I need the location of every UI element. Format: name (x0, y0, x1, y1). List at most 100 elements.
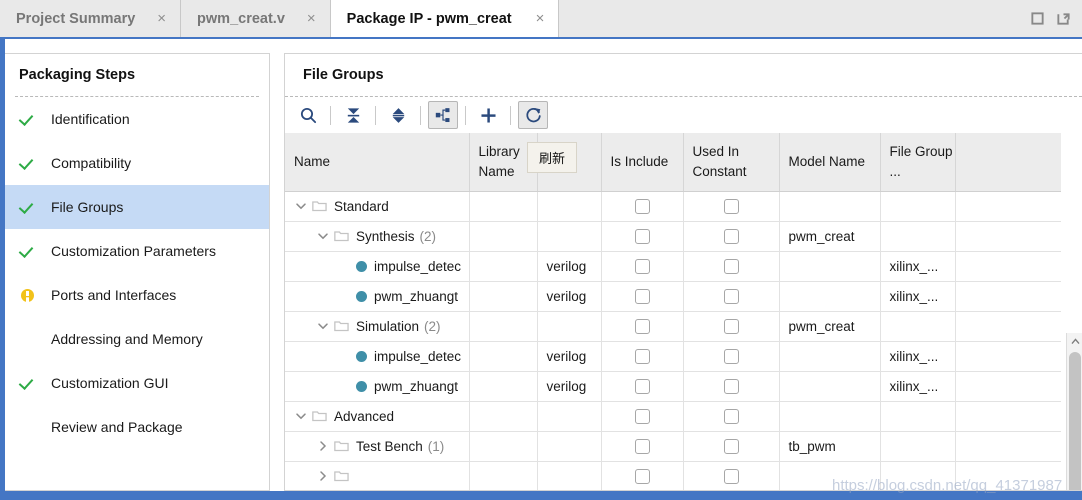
cell-used-in-constant (683, 281, 780, 312)
sidebar-item-ports-and-interfaces[interactable]: Ports and Interfaces (5, 273, 269, 317)
refresh-icon[interactable] (518, 101, 548, 129)
cell-filler (955, 251, 1061, 282)
checkbox[interactable] (723, 438, 739, 454)
hierarchy-view-icon[interactable] (428, 101, 458, 129)
close-icon[interactable]: × (534, 11, 547, 26)
chevron-right-icon[interactable] (316, 469, 330, 483)
panel-splitter[interactable] (272, 53, 282, 491)
package-ip-window: Project Summary × pwm_creat.v × Package … (0, 0, 1082, 500)
cell-type-value: verilog (546, 348, 587, 364)
checkbox[interactable] (634, 348, 650, 364)
checkbox[interactable] (723, 198, 739, 214)
table-row[interactable]: Test Bench (1) tb_pwm (285, 431, 1061, 462)
tab-pwm-creat-v[interactable]: pwm_creat.v × (181, 0, 331, 37)
checkbox[interactable] (723, 228, 739, 244)
sidebar-item-addressing-and-memory[interactable]: Addressing and Memory (5, 317, 269, 361)
name-cell-content (285, 469, 468, 483)
checkbox[interactable] (723, 468, 739, 484)
refresh-tooltip: 刷新 (527, 142, 577, 173)
cell-filler (955, 191, 1061, 222)
cell-model-name-value: tb_pwm (788, 438, 836, 454)
add-icon[interactable] (473, 101, 503, 129)
checkbox[interactable] (634, 288, 650, 304)
sidebar-item-customization-parameters[interactable]: Customization Parameters (5, 229, 269, 273)
vertical-scrollbar[interactable] (1066, 333, 1082, 490)
checkbox[interactable] (634, 408, 650, 424)
collapse-all-icon[interactable] (338, 101, 368, 129)
chevron-right-icon[interactable] (316, 439, 330, 453)
sidebar-item-compatibility[interactable]: Compatibility (5, 141, 269, 185)
check-icon (21, 376, 51, 390)
close-icon[interactable]: × (305, 11, 318, 26)
column-header-model-name[interactable]: Model Name (779, 133, 881, 192)
checkbox[interactable] (634, 318, 650, 334)
sidebar-item-label: Identification (51, 111, 130, 127)
scrollbar-thumb[interactable] (1069, 352, 1081, 490)
cell-library-name (469, 371, 538, 402)
cell-type (537, 431, 602, 462)
cell-used-in-constant (683, 251, 780, 282)
tab-project-summary[interactable]: Project Summary × (0, 0, 182, 37)
checkbox[interactable] (634, 258, 650, 274)
name-cell-content: pwm_zhuangt (285, 379, 468, 394)
checkbox[interactable] (723, 378, 739, 394)
scroll-up-arrow-icon[interactable] (1067, 333, 1082, 349)
table-row[interactable] (285, 461, 1061, 490)
chevron-down-icon[interactable] (316, 319, 330, 333)
checkbox[interactable] (723, 288, 739, 304)
cell-filler (955, 281, 1061, 312)
column-header-used-in-constant[interactable]: Used In Constant (683, 133, 780, 192)
tab-bar: Project Summary × pwm_creat.v × Package … (0, 0, 1082, 37)
checkbox[interactable] (723, 408, 739, 424)
chevron-down-icon[interactable] (294, 409, 308, 423)
cell-name: Advanced (285, 401, 470, 432)
checkbox[interactable] (723, 348, 739, 364)
name-cell-content: pwm_zhuangt (285, 289, 468, 304)
checkbox[interactable] (634, 378, 650, 394)
column-header-is-include[interactable]: Is Include (601, 133, 684, 192)
toolbar-separator (510, 105, 511, 125)
column-header-name[interactable]: Name (285, 133, 470, 192)
table-row[interactable]: Standard (285, 191, 1061, 222)
cell-name: Simulation (2) (285, 311, 470, 342)
search-icon[interactable] (293, 101, 323, 129)
table-row[interactable]: Simulation (2) pwm_creat (285, 311, 1061, 342)
sidebar-item-identification[interactable]: Identification (5, 97, 269, 141)
table-row[interactable]: Advanced (285, 401, 1061, 432)
table-row[interactable]: impulse_detec verilog xilinx_... (285, 341, 1061, 372)
sidebar-item-file-groups[interactable]: File Groups (5, 185, 269, 229)
cell-file-group: xilinx_... (880, 371, 956, 402)
cell-filler (955, 461, 1061, 490)
checkbox[interactable] (634, 198, 650, 214)
name-cell-content: impulse_detec (285, 348, 468, 364)
checkbox[interactable] (723, 258, 739, 274)
maximize-icon[interactable] (1030, 11, 1045, 26)
cell-type-value: verilog (546, 378, 587, 394)
tab-package-ip[interactable]: Package IP - pwm_creat × (330, 0, 560, 37)
sidebar-item-review-and-package[interactable]: Review and Package (5, 405, 269, 449)
checkbox[interactable] (634, 468, 650, 484)
name-cell-content: Standard (285, 199, 468, 214)
close-icon[interactable]: × (155, 11, 168, 26)
tab-label: Project Summary (16, 10, 136, 27)
chevron-down-icon[interactable] (316, 229, 330, 243)
table-row[interactable]: Synthesis (2) pwm_creat (285, 221, 1061, 252)
sidebar-item-label: Customization GUI (51, 375, 169, 391)
name-cell-content: impulse_detec (285, 259, 468, 274)
sidebar-item-customization-gui[interactable]: Customization GUI (5, 361, 269, 405)
row-name-label: impulse_detec (374, 348, 462, 364)
cell-library-name (469, 461, 538, 490)
checkbox[interactable] (634, 228, 650, 244)
checkbox[interactable] (723, 318, 739, 334)
table-header-row: Name Library Name Type Is Include Used I… (285, 133, 1061, 192)
row-name-label: Synthesis (356, 228, 415, 244)
cell-file-group (880, 401, 956, 432)
table-row[interactable]: pwm_zhuangt verilog xilinx_... (285, 371, 1061, 402)
float-window-icon[interactable] (1056, 11, 1071, 26)
table-row[interactable]: impulse_detec verilog xilinx_... (285, 251, 1061, 282)
table-row[interactable]: pwm_zhuangt verilog xilinx_... (285, 281, 1061, 312)
column-header-file-group[interactable]: File Group ... (880, 133, 956, 192)
chevron-down-icon[interactable] (294, 199, 308, 213)
expand-all-icon[interactable] (383, 101, 413, 129)
checkbox[interactable] (634, 438, 650, 454)
